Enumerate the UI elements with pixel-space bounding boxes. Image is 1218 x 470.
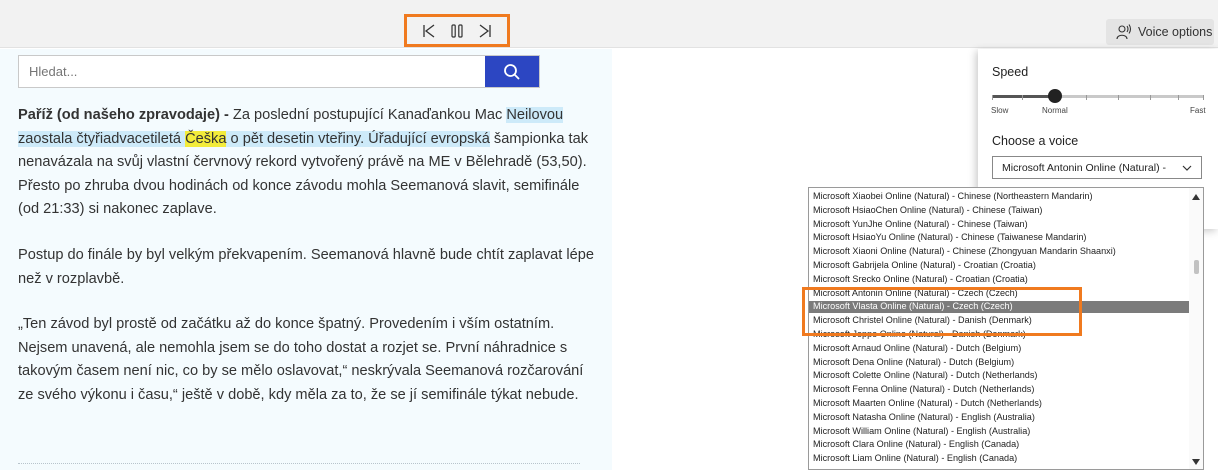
blank-area (800, 108, 918, 188)
search-input[interactable] (19, 56, 485, 87)
voice-select[interactable]: Microsoft Antonin Online (Natural) - (992, 156, 1202, 179)
article-paragraph: Paříž (od našeho zpravodaje) - Za posled… (18, 107, 588, 218)
voice-option[interactable]: Microsoft Srecko Online (Natural) - Croa… (809, 274, 1189, 286)
scrollbar-thumb[interactable] (1194, 260, 1199, 274)
voice-option[interactable]: Microsoft Maarten Online (Natural) - Dut… (809, 398, 1189, 410)
voice-option[interactable]: Microsoft William Online (Natural) - Eng… (809, 426, 1189, 438)
article-paragraph: Postup do finále by byl velkým překvapen… (18, 246, 594, 287)
speed-label: Speed (992, 65, 1029, 79)
voice-icon (1116, 24, 1132, 40)
voice-option[interactable]: Microsoft YunJhe Online (Natural) - Chin… (809, 219, 1189, 231)
voice-option[interactable]: Microsoft Liam Online (Natural) - Englis… (809, 453, 1189, 465)
article-body: Paříž (od našeho zpravodaje) - Za posled… (18, 104, 602, 430)
czech-voices-highlight-box (802, 287, 1082, 336)
search-button[interactable] (485, 56, 539, 87)
slow-label: Slow (991, 106, 1009, 115)
voice-option[interactable]: Microsoft Dena Online (Natural) - Dutch … (809, 357, 1189, 369)
voice-options-label: Voice options (1138, 25, 1213, 39)
voice-option[interactable]: Microsoft Arnaud Online (Natural) - Dutc… (809, 343, 1189, 355)
scrollbar[interactable] (1189, 188, 1203, 469)
article-dateline: Paříž (od našeho zpravodaje) - (18, 107, 229, 123)
divider (18, 463, 580, 464)
voice-option[interactable]: Microsoft Clara Online (Natural) - Engli… (809, 439, 1189, 451)
skip-previous-icon[interactable] (417, 21, 441, 41)
choose-voice-label: Choose a voice (992, 134, 1079, 148)
voice-option[interactable]: Microsoft Xiaoni Online (Natural) - Chin… (809, 246, 1189, 258)
voice-options-button[interactable]: Voice options (1106, 19, 1214, 45)
voice-option[interactable]: Microsoft Natasha Online (Natural) - Eng… (809, 412, 1189, 424)
normal-label: Normal (1042, 106, 1068, 115)
voice-option[interactable]: Microsoft Fenna Online (Natural) - Dutch… (809, 384, 1189, 396)
current-word-highlight: Češka (185, 130, 227, 147)
chevron-down-icon (1182, 165, 1192, 171)
search-bar (18, 55, 540, 88)
pause-icon[interactable] (445, 21, 469, 41)
scroll-down-icon (1192, 459, 1200, 465)
voice-option[interactable]: Microsoft HsiaoYu Online (Natural) - Chi… (809, 232, 1189, 244)
reader-toolbar: Voice options (0, 0, 1218, 48)
voice-option[interactable]: Microsoft Xiaobei Online (Natural) - Chi… (809, 191, 1189, 203)
playback-controls (404, 14, 510, 47)
selected-voice: Microsoft Antonin Online (Natural) - (1002, 161, 1166, 174)
voice-option[interactable]: Microsoft Colette Online (Natural) - Dut… (809, 370, 1189, 382)
speed-slider-thumb[interactable] (1048, 89, 1062, 103)
fast-label: Fast (1190, 106, 1206, 115)
search-icon (504, 63, 520, 80)
scroll-up-icon (1192, 194, 1200, 200)
reading-view: Paříž (od našeho zpravodaje) - Za posled… (0, 49, 612, 470)
voice-option[interactable]: Microsoft HsiaoChen Online (Natural) - C… (809, 205, 1189, 217)
blank-area (614, 118, 800, 470)
skip-next-icon[interactable] (473, 21, 497, 41)
article-paragraph: „Ten závod byl prostě od začátku až do k… (18, 316, 584, 403)
voice-option[interactable]: Microsoft Gabrijela Online (Natural) - C… (809, 260, 1189, 272)
